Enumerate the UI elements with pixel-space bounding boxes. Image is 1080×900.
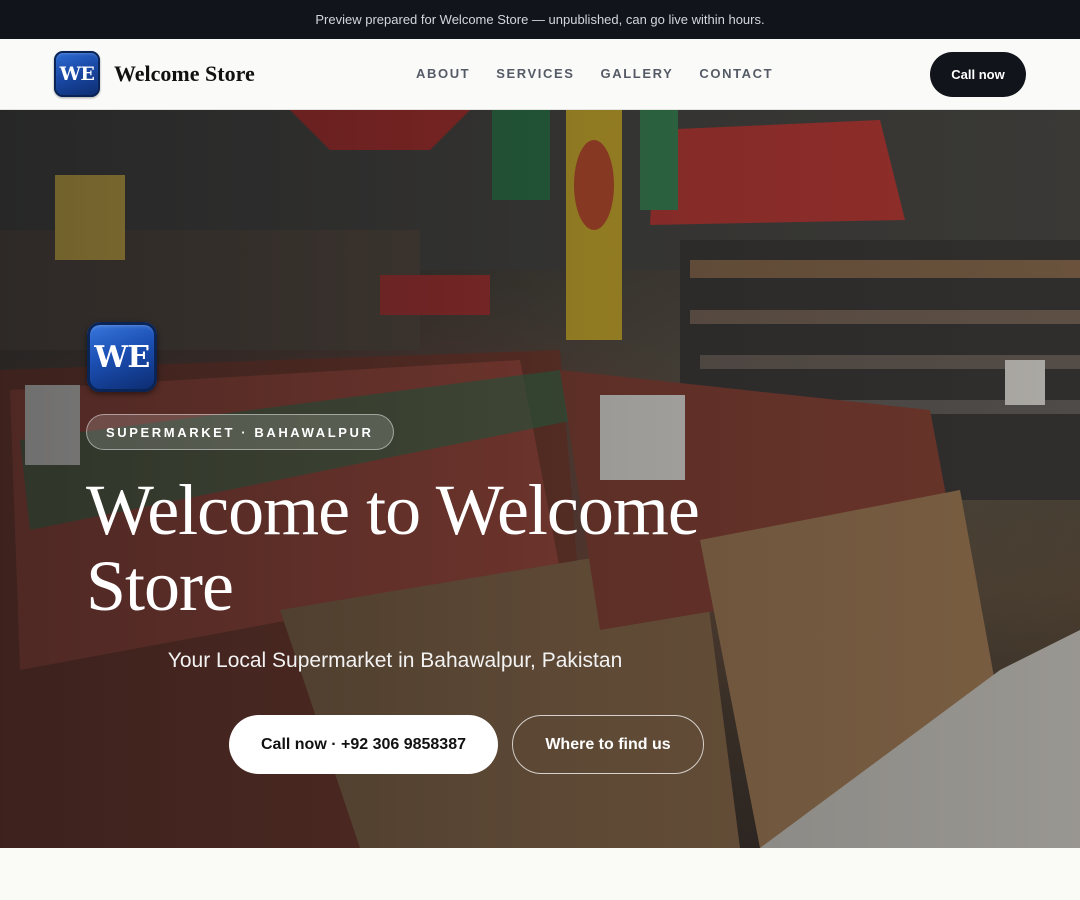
hero-section: WE SUPERMARKET · BAHAWALPUR Welcome to W… bbox=[0, 110, 1080, 848]
header-call-button[interactable]: Call now bbox=[930, 52, 1026, 97]
hero-logo-icon: WE bbox=[87, 322, 157, 392]
nav-services[interactable]: SERVICES bbox=[496, 66, 574, 81]
hero-subtitle: Your Local Supermarket in Bahawalpur, Pa… bbox=[167, 649, 623, 672]
hero-call-button[interactable]: Call now · +92 306 9858387 bbox=[229, 715, 498, 774]
nav-gallery[interactable]: GALLERY bbox=[601, 66, 674, 81]
where-to-find-us-button[interactable]: Where to find us bbox=[512, 715, 704, 774]
preview-banner: Preview prepared for Welcome Store — unp… bbox=[0, 0, 1080, 39]
brand-name[interactable]: Welcome Store bbox=[114, 61, 255, 87]
logo-icon[interactable]: WE bbox=[54, 51, 100, 97]
nav-contact[interactable]: CONTACT bbox=[699, 66, 773, 81]
hero-title: Welcome to Welcome Store bbox=[86, 470, 700, 626]
preview-banner-text: Preview prepared for Welcome Store — unp… bbox=[315, 12, 765, 27]
site-header: WE Welcome Store ABOUT SERVICES GALLERY … bbox=[0, 39, 1080, 110]
below-hero-area bbox=[0, 848, 1080, 900]
category-location-tag: SUPERMARKET · BAHAWALPUR bbox=[86, 414, 394, 450]
main-nav: ABOUT SERVICES GALLERY CONTACT bbox=[416, 66, 773, 81]
nav-about[interactable]: ABOUT bbox=[416, 66, 470, 81]
